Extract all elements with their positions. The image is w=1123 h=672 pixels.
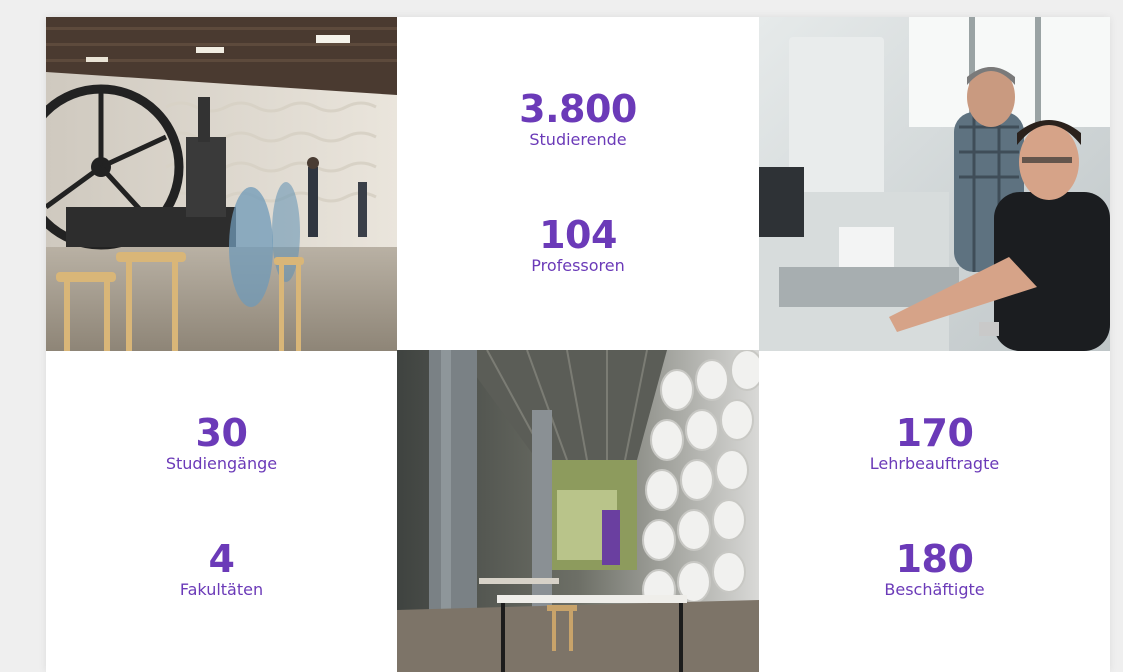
stat-label: Beschäftigte (884, 580, 985, 599)
stat-value: 4 (208, 537, 235, 581)
stats-block-top: 3.800 Studierende 104 Professoren (397, 17, 759, 351)
stat-value: 30 (195, 411, 248, 455)
stat-label: Fakultäten (179, 580, 264, 599)
stat-label: Studierende (529, 130, 627, 149)
facts-grid: 3.800 Studierende 104 Professoren 30 Stu… (46, 17, 1110, 672)
stat-value: 180 (895, 537, 974, 581)
stat-label: Professoren (531, 256, 625, 275)
two-men-at-lab-computer-photo (759, 17, 1110, 351)
stat-programs: 30 Studiengänge (46, 411, 397, 475)
corridor-with-wave-wall-photo (397, 350, 759, 672)
stat-value: 170 (895, 411, 974, 455)
stat-label: Lehrbeauftragte (869, 454, 1000, 473)
stat-professors: 104 Professoren (397, 213, 759, 277)
stats-block-left: 30 Studiengänge 4 Fakultäten (46, 351, 397, 672)
stat-students: 3.800 Studierende (397, 87, 759, 151)
page: 3.800 Studierende 104 Professoren 30 Stu… (0, 0, 1123, 672)
stats-block-right: 170 Lehrbeauftragte 180 Beschäftigte (759, 351, 1110, 672)
stat-label: Studiengänge (165, 454, 278, 473)
lobby-with-steam-engine-photo (46, 17, 397, 351)
stat-lecturers: 170 Lehrbeauftragte (759, 411, 1110, 475)
stat-value: 104 (539, 213, 617, 257)
stat-faculties: 4 Fakultäten (46, 537, 397, 601)
stat-value: 3.800 (519, 87, 637, 131)
stat-employees: 180 Beschäftigte (759, 537, 1110, 601)
